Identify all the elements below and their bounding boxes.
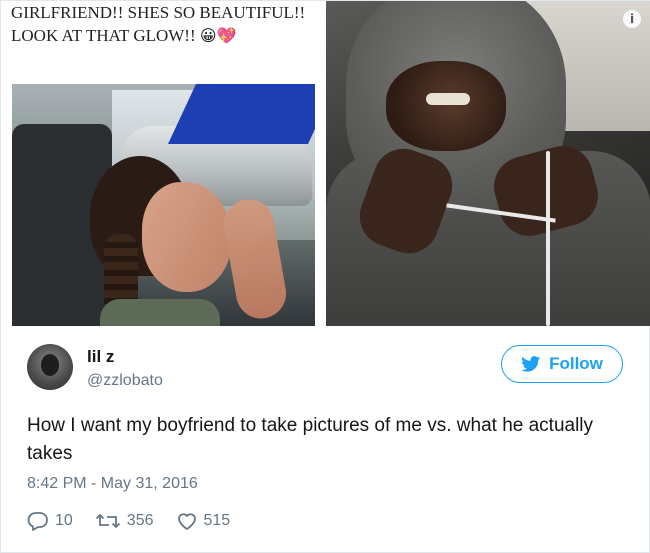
author-display-name[interactable]: lil z <box>87 347 114 367</box>
author-handle[interactable]: @zzlobato <box>87 372 163 390</box>
like-count: 515 <box>203 512 231 529</box>
tweet-text: How I want my boyfriend to take pictures… <box>27 415 594 464</box>
follow-button[interactable]: Follow <box>501 345 623 383</box>
image-caption-text: GIRLFRIEND!! SHES SO BEAUTIFUL!! LOOK AT… <box>11 3 306 45</box>
avatar[interactable] <box>27 344 73 390</box>
comparison-image-right[interactable] <box>326 1 650 326</box>
retweet-icon <box>95 513 120 529</box>
reply-count: 10 <box>55 512 73 529</box>
follow-button-label: Follow <box>549 354 603 373</box>
tweet-card: GIRLFRIEND!! SHES SO BEAUTIFUL!! LOOK AT… <box>0 0 650 553</box>
emoji-grin-heart-icon: 😀💖 <box>199 26 237 45</box>
selfie-photo <box>12 84 315 326</box>
retweet-button[interactable]: 356 <box>95 511 154 531</box>
info-icon[interactable]: i <box>623 10 641 28</box>
twitter-bird-icon <box>521 356 541 372</box>
reply-button[interactable]: 10 <box>27 511 73 531</box>
like-button[interactable]: 515 <box>176 511 231 531</box>
tweet-actions: 10 356 515 <box>27 509 252 533</box>
reply-icon <box>27 512 48 531</box>
retweet-count: 356 <box>126 512 154 529</box>
tweet-timestamp[interactable]: 8:42 PM - May 31, 2016 <box>27 475 198 493</box>
comparison-image-left[interactable]: GIRLFRIEND!! SHES SO BEAUTIFUL!! LOOK AT… <box>1 1 324 326</box>
heart-icon <box>177 513 196 530</box>
image-caption: GIRLFRIEND!! SHES SO BEAUTIFUL!! LOOK AT… <box>11 1 316 47</box>
tweet-media[interactable]: GIRLFRIEND!! SHES SO BEAUTIFUL!! LOOK AT… <box>1 1 650 326</box>
